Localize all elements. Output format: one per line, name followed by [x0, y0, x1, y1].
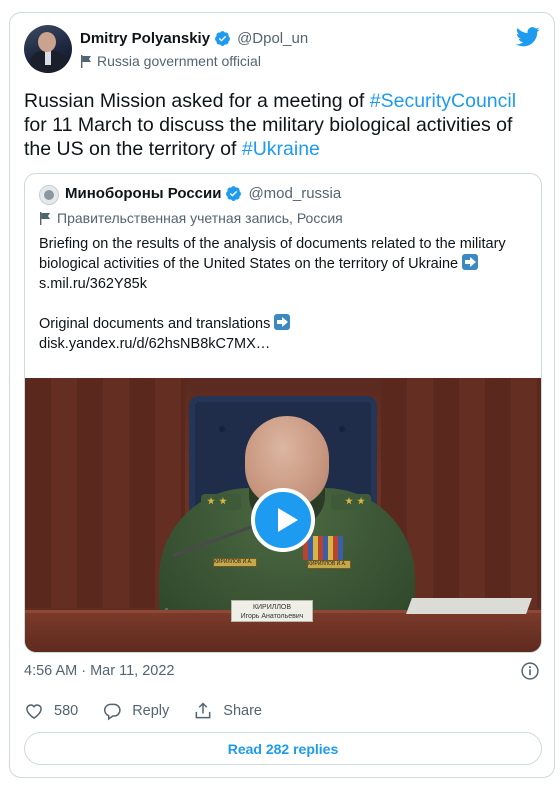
read-replies-button[interactable]: Read 282 replies [24, 732, 542, 765]
epaulette [331, 494, 371, 510]
author-display-name[interactable]: Dmitry Polyanskiy [80, 30, 210, 47]
star-icon [345, 497, 353, 505]
reply-button[interactable]: Reply [102, 701, 169, 721]
quoted-text-part: Briefing on the results of the analysis … [39, 236, 506, 272]
hashtag-link[interactable]: #Ukraine [242, 138, 320, 160]
heart-icon [26, 704, 42, 719]
name-badge: КИРИЛЛОВ И.А. [213, 558, 257, 567]
avatar-face [38, 32, 56, 52]
verified-badge-icon [226, 186, 242, 201]
author-label-row: Russia government official [80, 53, 261, 69]
quoted-paragraph: Original documents and translations disk… [39, 314, 534, 354]
quoted-tweet[interactable]: Минобороны России @mod_russia Правительс… [24, 173, 542, 653]
author-name-row: Dmitry Polyanskiy @Dpol_un [80, 30, 308, 47]
quoted-label: Правительственная учетная запись, Россия [57, 210, 343, 226]
like-count: 580 [54, 703, 79, 719]
verified-badge-icon [215, 31, 230, 46]
epaulette [201, 494, 241, 510]
twitter-bird-icon[interactable] [516, 27, 540, 47]
nameplate-line: КИРИЛЛОВ [252, 604, 292, 611]
author-label: Russia government official [97, 53, 261, 69]
quoted-handle[interactable]: @mod_russia [248, 185, 341, 202]
quoted-link[interactable]: s.mil.ru/362Y85k [39, 276, 147, 292]
quoted-link[interactable]: disk.yandex.ru/d/62hsNB8kC7MX… [39, 336, 270, 352]
quoted-text-part: Original documents and translations [39, 316, 275, 332]
star-icon [207, 497, 215, 505]
author-avatar[interactable] [24, 25, 72, 73]
reply-label: Reply [132, 703, 170, 719]
chair-tuft [219, 426, 225, 432]
like-button[interactable]: 580 [24, 701, 78, 721]
play-button[interactable] [251, 488, 315, 552]
star-icon [219, 497, 227, 505]
quoted-author-avatar[interactable] [39, 185, 59, 205]
reply-icon [104, 703, 121, 721]
quoted-label-row: Правительственная учетная запись, Россия [39, 210, 343, 226]
quoted-display-name[interactable]: Минобороны России [65, 185, 221, 202]
tweet-card: Dmitry Polyanskiy @Dpol_un Russia govern… [9, 12, 555, 778]
star-icon [357, 497, 365, 505]
tweet-actions: 580 Reply Share [24, 701, 286, 721]
chair-tuft [339, 426, 345, 432]
share-icon [195, 702, 211, 719]
video-player[interactable]: КИРИЛЛОВ И.А. КИРИЛЛОВ И.А. КИРИЛЛОВ Иго… [25, 378, 541, 652]
quoted-paragraph: Briefing on the results of the analysis … [39, 234, 534, 294]
hashtag-link[interactable]: #SecurityCouncil [370, 90, 516, 112]
tweet-text-part: Russian Mission asked for a meeting of [24, 90, 370, 112]
flag-icon [40, 211, 50, 225]
right-arrow-icon [274, 314, 291, 330]
tweet-timestamp[interactable]: 4:56 AM · Mar 11, 2022 [24, 663, 174, 679]
medal-ribbons [303, 536, 343, 560]
info-icon[interactable] [520, 661, 540, 681]
share-label: Share [223, 703, 262, 719]
flag-icon [81, 54, 91, 68]
quoted-name-row: Минобороны России @mod_russia [65, 185, 341, 202]
quoted-text: Briefing on the results of the analysis … [39, 234, 534, 354]
author-handle[interactable]: @Dpol_un [237, 30, 308, 47]
share-button[interactable]: Share [193, 701, 262, 721]
tweet-text: Russian Mission asked for a meeting of #… [24, 89, 544, 161]
avatar-shirt [45, 51, 51, 65]
nameplate-line: Игорь Анатольевич [240, 613, 304, 620]
desk-papers [406, 598, 532, 614]
right-arrow-icon [462, 254, 479, 270]
emblem-icon [44, 190, 54, 200]
desk-nameplate: КИРИЛЛОВ Игорь Анатольевич [231, 600, 313, 622]
name-badge: КИРИЛЛОВ И.А. [307, 560, 351, 569]
